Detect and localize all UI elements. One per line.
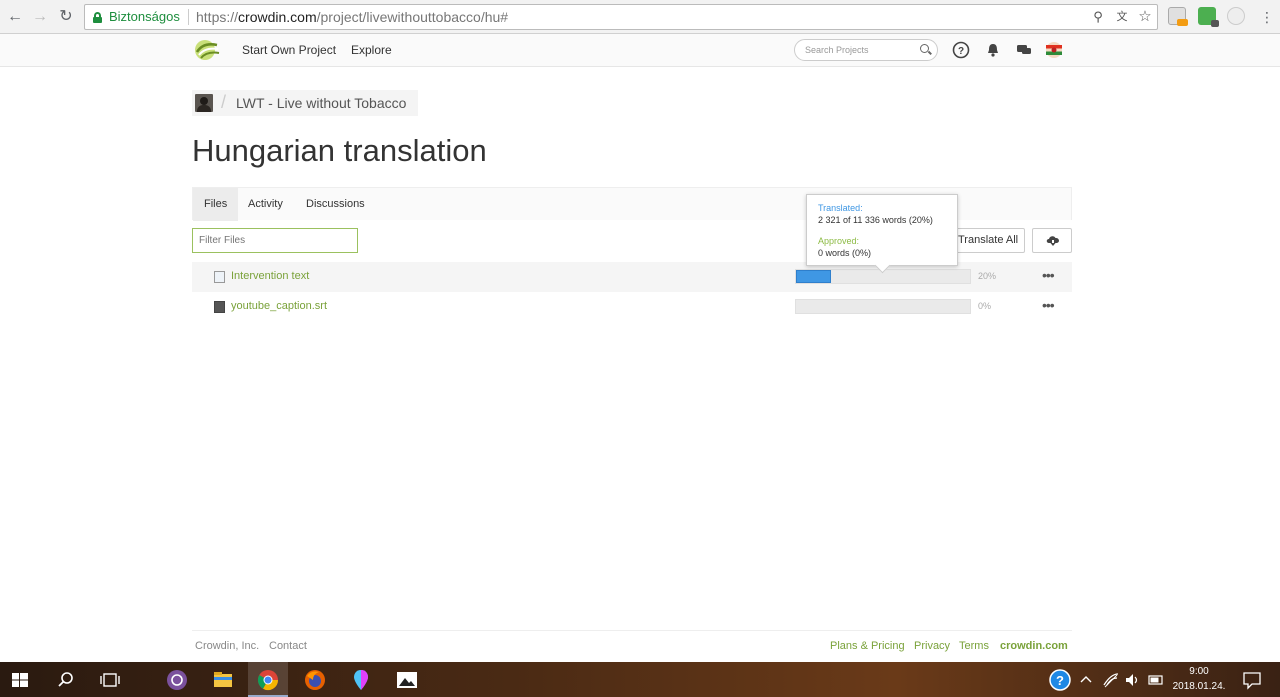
locked-file-icon (214, 301, 225, 313)
file-icon (214, 271, 225, 283)
address-bar[interactable]: Biztonságos https://crowdin.com/project/… (84, 4, 1158, 30)
file-row[interactable]: Intervention text 20% ••• (192, 262, 1072, 292)
bell-icon[interactable] (984, 41, 1002, 59)
tooltip-translated-label: Translated: (818, 203, 863, 213)
url-scheme: https:// (196, 9, 239, 25)
viber-icon[interactable] (165, 668, 189, 692)
footer-terms-link[interactable]: Terms (959, 640, 989, 652)
cloud-download-icon (1046, 236, 1059, 246)
chrome-menu-icon[interactable]: ⋮ (1256, 6, 1278, 28)
file-name[interactable]: youtube_caption.srt (231, 300, 327, 312)
translate-icon[interactable]: 文 (1113, 8, 1131, 26)
more-actions-icon[interactable]: ••• (1042, 267, 1055, 283)
footer-plans-pricing-link[interactable]: Plans & Pricing (830, 640, 905, 652)
windows-start-icon[interactable] (8, 668, 32, 692)
wordpress-icon[interactable] (1227, 7, 1245, 25)
photos-icon[interactable] (395, 668, 419, 692)
url-text[interactable]: https://crowdin.com/project/livewithoutt… (196, 9, 508, 25)
tooltip-approved-label: Approved: (818, 236, 860, 246)
progress-percent: 20% (978, 271, 997, 281)
windows-taskbar: ? 9:00 2018.01.24. (0, 662, 1280, 697)
search-icon[interactable] (920, 44, 929, 53)
footer-company[interactable]: Crowdin, Inc. (195, 640, 259, 652)
forward-icon[interactable]: → (29, 6, 51, 28)
page-title: Hungarian translation (192, 133, 487, 168)
progress-bar (795, 299, 971, 314)
firefox-icon[interactable] (303, 668, 327, 692)
tray-time[interactable]: 9:00 (1176, 666, 1222, 677)
tab-files[interactable]: Files (193, 188, 239, 221)
lock-icon (93, 12, 102, 23)
url-path: /project/livewithouttobacco/hu# (316, 9, 509, 25)
progress-tooltip: Translated: 2 321 of 11 336 words (20%) … (806, 194, 958, 266)
file-row[interactable]: youtube_caption.srt 0% ••• (192, 292, 1072, 322)
battery-icon[interactable] (1147, 668, 1165, 692)
search-placeholder: Search Projects (805, 45, 869, 55)
tab-discussions[interactable]: Discussions (295, 188, 376, 221)
download-button[interactable] (1032, 228, 1072, 253)
footer-privacy-link[interactable]: Privacy (914, 640, 950, 652)
notifications-icon[interactable] (1240, 668, 1264, 692)
browser-toolbar: ← → ↻ Biztonságos https://crowdin.com/pr… (0, 0, 1280, 34)
nav-start-own-project[interactable]: Start Own Project (242, 43, 336, 57)
filter-files-input[interactable] (192, 228, 358, 253)
file-explorer-icon[interactable] (211, 668, 235, 692)
chevron-up-icon[interactable] (1078, 668, 1094, 692)
volume-icon[interactable] (1124, 668, 1142, 692)
url-host: crowdin.com (238, 9, 317, 25)
project-avatar[interactable] (195, 94, 213, 112)
breadcrumb: / LWT - Live without Tobacco (192, 90, 418, 116)
user-avatar-icon[interactable] (1045, 41, 1063, 59)
help-icon[interactable]: ? (952, 41, 970, 59)
progress-fill (796, 270, 831, 283)
help-tray-icon[interactable]: ? (1048, 668, 1072, 692)
task-view-icon[interactable] (98, 668, 122, 692)
search-input[interactable]: Search Projects (794, 39, 938, 61)
breadcrumb-separator: / (221, 92, 227, 112)
svg-text:?: ? (1056, 673, 1064, 688)
maps-pin-icon[interactable] (349, 668, 373, 692)
tooltip-translated-value: 2 321 of 11 336 words (20%) (818, 215, 933, 225)
project-name-link[interactable]: LWT - Live without Tobacco (236, 95, 406, 111)
more-actions-icon[interactable]: ••• (1042, 297, 1055, 313)
reload-icon[interactable]: ↻ (55, 6, 77, 28)
svg-text:?: ? (958, 46, 964, 57)
nav-explore[interactable]: Explore (351, 43, 392, 57)
site-header: Start Own Project Explore Search Project… (0, 34, 1280, 67)
secure-label: Biztonságos (109, 9, 180, 24)
extension-off-icon[interactable] (1168, 7, 1188, 26)
file-name[interactable]: Intervention text (231, 270, 309, 282)
messages-icon[interactable] (1015, 41, 1033, 59)
footer-brand-link[interactable]: crowdin.com (1000, 640, 1068, 652)
zoom-icon[interactable]: ⚲ (1089, 8, 1107, 26)
wifi-icon[interactable] (1102, 668, 1120, 692)
omnibox-divider (188, 9, 189, 25)
extension-green-icon[interactable] (1198, 7, 1219, 27)
footer-divider (192, 630, 1072, 631)
crowdin-logo-icon[interactable] (193, 39, 221, 61)
progress-percent: 0% (978, 301, 992, 311)
bookmark-star-icon[interactable]: ☆ (1136, 8, 1154, 26)
tooltip-approved-value: 0 words (0%) (818, 248, 872, 258)
tab-activity[interactable]: Activity (237, 188, 294, 221)
back-icon[interactable]: ← (4, 6, 26, 28)
tray-date[interactable]: 2018.01.24. (1168, 681, 1230, 692)
chrome-taskbar-icon[interactable] (256, 668, 280, 692)
footer-contact-link[interactable]: Contact (269, 640, 307, 652)
search-taskbar-icon[interactable] (54, 668, 78, 692)
